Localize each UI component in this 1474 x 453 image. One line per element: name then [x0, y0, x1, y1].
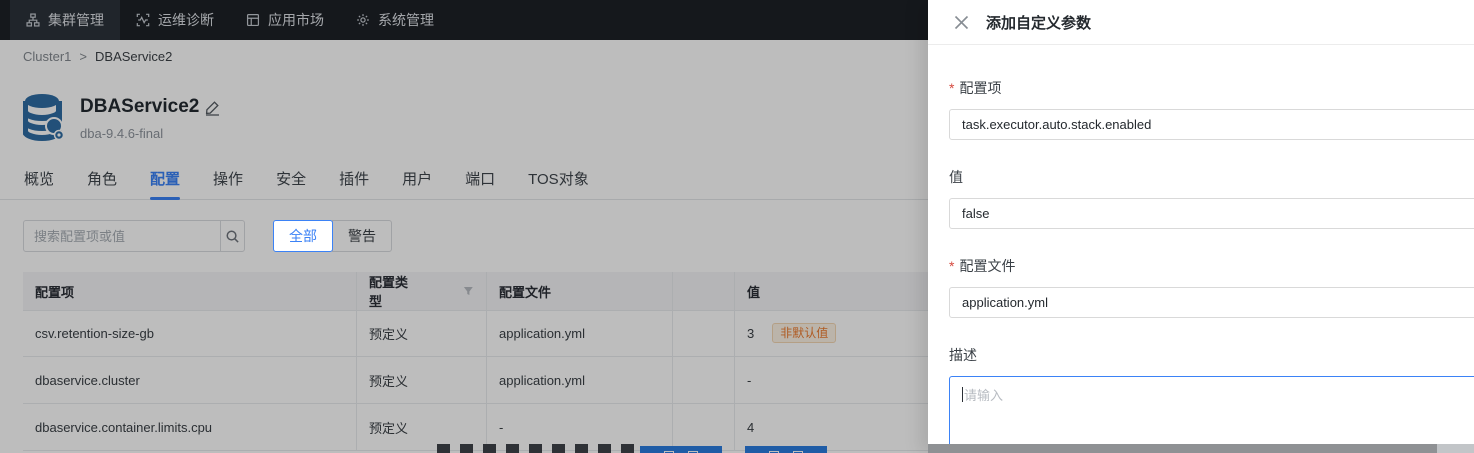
- form-field-config-item: * 配置项: [949, 78, 1474, 140]
- horizontal-scrollbar: [928, 444, 1474, 453]
- drawer-title: 添加自定义参数: [986, 14, 1092, 32]
- close-button[interactable]: [952, 13, 970, 31]
- field-label: 配置项: [959, 80, 1002, 96]
- required-asterisk: *: [949, 258, 955, 274]
- required-asterisk: *: [949, 80, 955, 96]
- description-textarea[interactable]: 请输入: [949, 376, 1474, 450]
- close-icon: [954, 15, 968, 29]
- config-file-input[interactable]: [949, 287, 1474, 318]
- form-field-value: 值: [949, 167, 1474, 229]
- filter-all-button[interactable]: 全部: [273, 220, 333, 252]
- value-input[interactable]: [949, 198, 1474, 229]
- field-label: 值: [949, 169, 963, 185]
- drawer-header: 添加自定义参数: [928, 0, 1474, 45]
- field-label: 配置文件: [959, 258, 1016, 274]
- form-field-config-file: * 配置文件: [949, 256, 1474, 318]
- drawer-form: *配置项 值 *配置文件 描述: [928, 78, 1474, 450]
- config-item-input[interactable]: [949, 109, 1474, 140]
- textarea-placeholder: 请输入: [964, 388, 1004, 403]
- modal-overlay[interactable]: [0, 0, 928, 453]
- form-field-description: 描述 请输入: [949, 345, 1474, 450]
- text-cursor: [962, 387, 963, 402]
- add-custom-parameter-drawer: 添加自定义参数 *配置项 值 *配置文件: [928, 0, 1474, 453]
- horizontal-scrollbar-thumb[interactable]: [928, 444, 1437, 453]
- app-window: 集群管理 运维诊断 应用市场 系统管理 Cluster1 > DBAServic…: [0, 0, 1474, 453]
- field-label: 描述: [949, 347, 977, 363]
